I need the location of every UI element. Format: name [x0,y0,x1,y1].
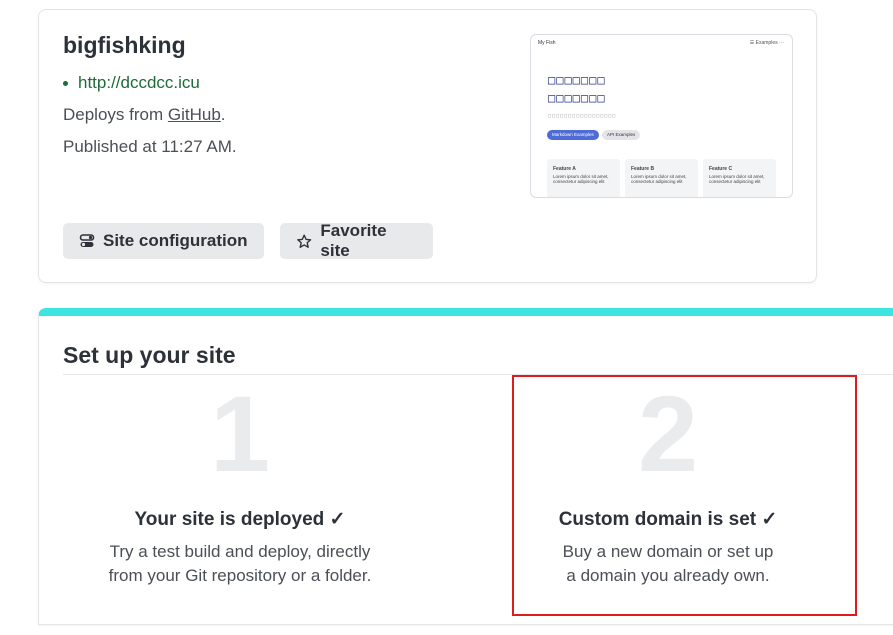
setup-step-deployed[interactable]: 1 Your site is deployed ✓ Try a test bui… [90,378,390,588]
preview-feature-title: Feature A [553,166,576,172]
step-description-line: Try a test build and deploy, directly [109,542,371,561]
site-configuration-label: Site configuration [103,231,248,250]
preview-feature-card: Feature A Lorem ipsum dolor sit amet, co… [547,159,620,197]
preview-feature-text: Lorem ipsum dolor sit amet, consectetur … [709,174,765,184]
site-card: bigfishking http://dccdcc.icu Deploys fr… [38,9,817,283]
divider [63,374,893,375]
step-description-line: a domain you already own. [566,566,770,585]
preview-feature-text: Lorem ipsum dolor sit amet, consectetur … [631,174,687,184]
favorite-site-label: Favorite site [320,221,387,260]
step-description-line: from your Git repository or a folder. [108,566,372,585]
preview-secondary-button: API Examples [602,130,641,140]
toggle-settings-icon [79,234,95,247]
step-number: 1 [209,373,271,494]
step-description: Buy a new domain or set up a domain you … [518,540,818,588]
step-description: Try a test build and deploy, directly fr… [90,540,390,588]
step-title: Custom domain is set ✓ [558,509,778,530]
status-dot [63,80,68,86]
site-configuration-button[interactable]: Site configuration [63,223,264,259]
site-name[interactable]: bigfishking [63,32,186,59]
site-preview-thumbnail[interactable]: My Fish ☰ Examples ⋯ □□□□□□□ □□□□□□□ □□□… [530,34,793,198]
preview-feature-card: Feature C Lorem ipsum dolor sit amet, co… [703,159,776,197]
preview-feature-title: Feature B [631,166,655,172]
step-number: 2 [637,373,699,494]
published-time: Published at 11:27 AM. [63,137,237,156]
preview-nav: ☰ Examples ⋯ [749,40,784,46]
step-description-line: Buy a new domain or set up [562,542,774,561]
setup-card: Set up your site 1 Your site is deployed… [38,308,893,625]
preview-feature-text: Lorem ipsum dolor sit amet, consectetur … [553,174,609,184]
preview-brand: My Fish [538,40,556,46]
setup-title: Set up your site [63,342,236,368]
setup-step-custom-domain[interactable]: 2 Custom domain is set ✓ Buy a new domai… [518,378,818,588]
favorite-site-button[interactable]: Favorite site [280,221,433,260]
github-link[interactable]: GitHub [168,105,221,124]
site-url-link[interactable]: http://dccdcc.icu [63,73,200,93]
preview-subtitle: □□□□□□□□□□□□□□□□□ [548,113,617,119]
preview-heading-1: □□□□□□□ [548,73,606,87]
deploys-suffix: . [220,105,226,124]
preview-feature-title: Feature C [709,166,733,172]
preview-feature-card: Feature B Lorem ipsum dolor sit amet, co… [625,159,698,197]
step-title: Your site is deployed ✓ [134,509,346,530]
preview-primary-button: Markdown Examples [547,130,599,140]
deploy-source: Deploys from GitHub. [63,105,226,125]
deploys-prefix: Deploys from [63,105,168,124]
star-icon [297,234,312,248]
site-url-text[interactable]: http://dccdcc.icu [78,73,200,93]
preview-heading-2: □□□□□□□ [548,91,606,105]
